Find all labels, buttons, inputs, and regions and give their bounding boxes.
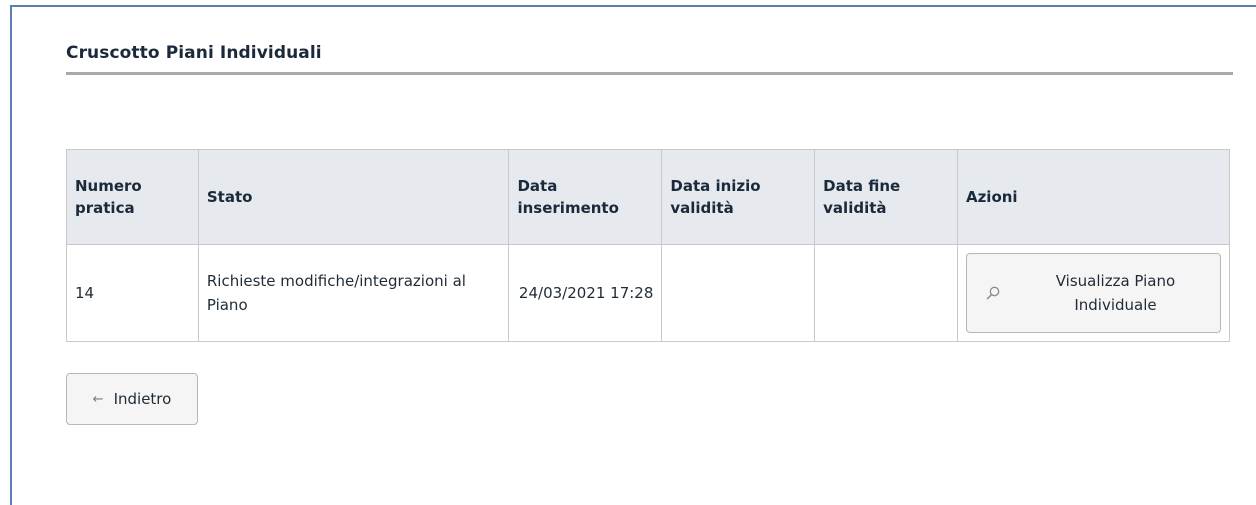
column-header-azioni: Azioni bbox=[956, 149, 1231, 245]
table-header-row: Numero pratica Stato Data inserimento Da… bbox=[66, 149, 1231, 245]
title-divider bbox=[66, 72, 1233, 75]
back-button-label: Indietro bbox=[113, 390, 172, 408]
visualizza-piano-label: Visualizza Piano Individuale bbox=[1055, 272, 1176, 314]
arrow-left-icon: ← bbox=[92, 391, 104, 407]
cell-data-fine-validita bbox=[814, 244, 958, 342]
cell-stato: Richieste modifiche/integrazioni al Pian… bbox=[197, 244, 510, 342]
cell-data-inserimento-text: 24/03/2021 17:28 bbox=[518, 284, 654, 302]
column-header-data-fine-validita[interactable]: Data fine validità bbox=[814, 149, 958, 245]
table-row: 14 Richieste modifiche/integrazioni al P… bbox=[66, 244, 1231, 342]
column-header-data-inizio-validita[interactable]: Data inizio validità bbox=[661, 149, 816, 245]
cell-data-inserimento: 24/03/2021 17:28 bbox=[508, 244, 663, 342]
cell-data-inizio-validita bbox=[661, 244, 816, 342]
visualizza-piano-button[interactable]: Visualizza Piano Individuale bbox=[965, 253, 1221, 333]
column-header-numero-pratica[interactable]: Numero pratica bbox=[66, 149, 199, 245]
cell-numero-pratica: 14 bbox=[66, 244, 199, 342]
search-icon bbox=[986, 286, 1000, 300]
column-header-stato[interactable]: Stato bbox=[197, 149, 510, 245]
column-header-data-inserimento[interactable]: Data inserimento bbox=[508, 149, 663, 245]
pratiche-table: Numero pratica Stato Data inserimento Da… bbox=[66, 149, 1231, 342]
cell-azioni: Visualizza Piano Individuale bbox=[956, 244, 1231, 342]
page-title: Cruscotto Piani Individuali bbox=[66, 43, 322, 63]
back-button[interactable]: ← Indietro bbox=[66, 373, 198, 425]
